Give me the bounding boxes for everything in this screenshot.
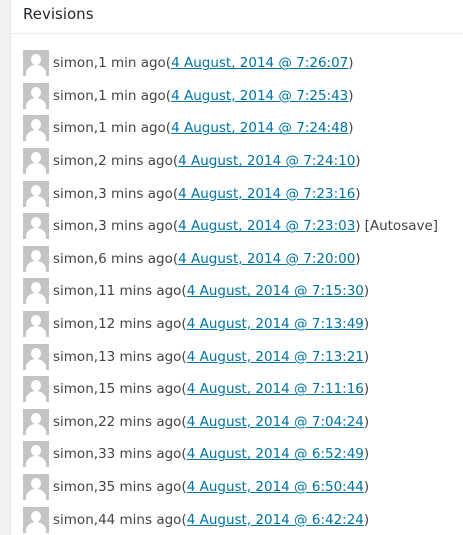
revision-author: simon bbox=[53, 316, 94, 333]
revision-time-ago: 1 min ago bbox=[98, 87, 166, 104]
default-avatar-icon bbox=[23, 474, 49, 501]
autosave-tag: [Autosave] bbox=[364, 218, 439, 235]
revision-item: simon, 15 mins ago (4 August, 2014 @ 7:1… bbox=[23, 373, 438, 406]
paren-close: ) bbox=[355, 153, 361, 170]
paren-close: ) bbox=[363, 479, 370, 496]
default-avatar-icon bbox=[23, 408, 49, 435]
default-avatar-icon bbox=[23, 180, 49, 207]
default-avatar-icon bbox=[23, 213, 49, 240]
default-avatar-icon bbox=[23, 441, 49, 468]
revision-author: simon bbox=[53, 511, 94, 528]
revision-time-ago: 12 mins ago bbox=[98, 316, 182, 333]
revision-date-link[interactable]: 4 August, 2014 @ 7:26:07 bbox=[171, 55, 348, 71]
default-avatar-icon bbox=[23, 245, 49, 272]
paren-close: ) bbox=[363, 316, 370, 333]
revision-item: simon, 1 min ago (4 August, 2014 @ 7:24:… bbox=[23, 112, 438, 145]
revision-author: simon bbox=[53, 348, 94, 365]
revision-item: simon, 3 mins ago (4 August, 2014 @ 7:23… bbox=[23, 210, 438, 243]
default-avatar-icon bbox=[23, 50, 49, 77]
revision-item: simon, 44 mins ago (4 August, 2014 @ 6:4… bbox=[23, 503, 438, 535]
revision-time-ago: 1 min ago bbox=[98, 120, 166, 137]
revision-author: simon bbox=[53, 87, 94, 104]
revision-time-ago: 6 mins ago bbox=[98, 250, 173, 267]
revision-item: simon, 1 min ago (4 August, 2014 @ 7:25:… bbox=[23, 80, 438, 113]
revision-date-link[interactable]: 4 August, 2014 @ 7:20:00 bbox=[178, 251, 355, 267]
revision-author: simon bbox=[53, 283, 94, 300]
revision-date-link[interactable]: 4 August, 2014 @ 7:25:43 bbox=[171, 88, 348, 104]
revision-list: simon, 1 min ago (4 August, 2014 @ 7:26:… bbox=[23, 47, 438, 535]
default-avatar-icon bbox=[23, 278, 49, 305]
default-avatar-icon bbox=[23, 148, 49, 175]
paren-close: ) bbox=[348, 87, 354, 104]
revision-author: simon bbox=[53, 413, 94, 430]
revision-author: simon bbox=[53, 185, 94, 202]
revision-author: simon bbox=[53, 55, 94, 72]
paren-close: ) bbox=[363, 348, 370, 365]
paren-close: ) bbox=[355, 218, 361, 235]
revisions-panel: Revisions simon, 1 min ago (4 August, 20… bbox=[10, 0, 463, 535]
revision-item: simon, 12 mins ago (4 August, 2014 @ 7:1… bbox=[23, 308, 438, 341]
revision-date-link[interactable]: 4 August, 2014 @ 7:13:21 bbox=[187, 349, 364, 365]
revision-item: simon, 22 mins ago (4 August, 2014 @ 7:0… bbox=[23, 406, 438, 439]
default-avatar-icon bbox=[23, 506, 49, 533]
revision-date-link[interactable]: 4 August, 2014 @ 7:13:49 bbox=[187, 316, 364, 332]
revision-date-link[interactable]: 4 August, 2014 @ 7:23:16 bbox=[178, 186, 355, 202]
revision-date-link[interactable]: 4 August, 2014 @ 7:15:30 bbox=[187, 283, 364, 299]
default-avatar-icon bbox=[23, 82, 49, 109]
paren-close: ) bbox=[363, 283, 370, 300]
revision-date-link[interactable]: 4 August, 2014 @ 6:52:49 bbox=[187, 446, 364, 462]
paren-close: ) bbox=[348, 120, 354, 137]
revision-item: simon, 6 mins ago (4 August, 2014 @ 7:20… bbox=[23, 243, 438, 276]
revision-time-ago: 22 mins ago bbox=[98, 413, 182, 430]
revision-date-link[interactable]: 4 August, 2014 @ 6:50:44 bbox=[187, 479, 364, 495]
paren-close: ) bbox=[363, 446, 370, 463]
revision-author: simon bbox=[53, 381, 94, 398]
paren-close: ) bbox=[363, 413, 370, 430]
revision-item: simon, 13 mins ago (4 August, 2014 @ 7:1… bbox=[23, 340, 438, 373]
revision-time-ago: 3 mins ago bbox=[98, 218, 173, 235]
revision-item: simon, 35 mins ago (4 August, 2014 @ 6:5… bbox=[23, 471, 438, 504]
revision-item: simon, 1 min ago (4 August, 2014 @ 7:26:… bbox=[23, 47, 438, 80]
paren-close: ) bbox=[355, 250, 361, 267]
revision-time-ago: 2 mins ago bbox=[98, 153, 173, 170]
revision-date-link[interactable]: 4 August, 2014 @ 7:24:10 bbox=[178, 153, 355, 169]
revision-item: simon, 2 mins ago (4 August, 2014 @ 7:24… bbox=[23, 145, 438, 178]
revision-author: simon bbox=[53, 218, 94, 235]
revision-date-link[interactable]: 4 August, 2014 @ 6:42:24 bbox=[187, 512, 364, 528]
revision-author: simon bbox=[53, 446, 94, 463]
revision-time-ago: 33 mins ago bbox=[98, 446, 182, 463]
revision-time-ago: 3 mins ago bbox=[98, 185, 173, 202]
panel-title: Revisions bbox=[23, 5, 94, 23]
revision-author: simon bbox=[53, 250, 94, 267]
paren-close: ) bbox=[363, 511, 370, 528]
panel-header: Revisions bbox=[11, 0, 463, 34]
revision-date-link[interactable]: 4 August, 2014 @ 7:24:48 bbox=[171, 120, 348, 136]
revision-time-ago: 13 mins ago bbox=[98, 348, 182, 365]
revision-author: simon bbox=[53, 120, 94, 137]
revision-time-ago: 11 mins ago bbox=[98, 283, 182, 300]
revision-author: simon bbox=[53, 153, 94, 170]
default-avatar-icon bbox=[23, 311, 49, 338]
revision-time-ago: 1 min ago bbox=[98, 55, 166, 72]
paren-close: ) bbox=[348, 55, 354, 72]
revision-item: simon, 11 mins ago (4 August, 2014 @ 7:1… bbox=[23, 275, 438, 308]
revision-date-link[interactable]: 4 August, 2014 @ 7:23:03 bbox=[178, 218, 355, 234]
revision-date-link[interactable]: 4 August, 2014 @ 7:04:24 bbox=[187, 414, 364, 430]
paren-close: ) bbox=[363, 381, 370, 398]
default-avatar-icon bbox=[23, 376, 49, 403]
revision-item: simon, 3 mins ago (4 August, 2014 @ 7:23… bbox=[23, 177, 438, 210]
paren-close: ) bbox=[355, 185, 361, 202]
revision-time-ago: 35 mins ago bbox=[98, 479, 182, 496]
revision-item: simon, 33 mins ago (4 August, 2014 @ 6:5… bbox=[23, 438, 438, 471]
revision-time-ago: 15 mins ago bbox=[98, 381, 182, 398]
revision-author: simon bbox=[53, 479, 94, 496]
default-avatar-icon bbox=[23, 115, 49, 142]
default-avatar-icon bbox=[23, 343, 49, 370]
revision-time-ago: 44 mins ago bbox=[98, 511, 182, 528]
revision-date-link[interactable]: 4 August, 2014 @ 7:11:16 bbox=[187, 381, 364, 397]
